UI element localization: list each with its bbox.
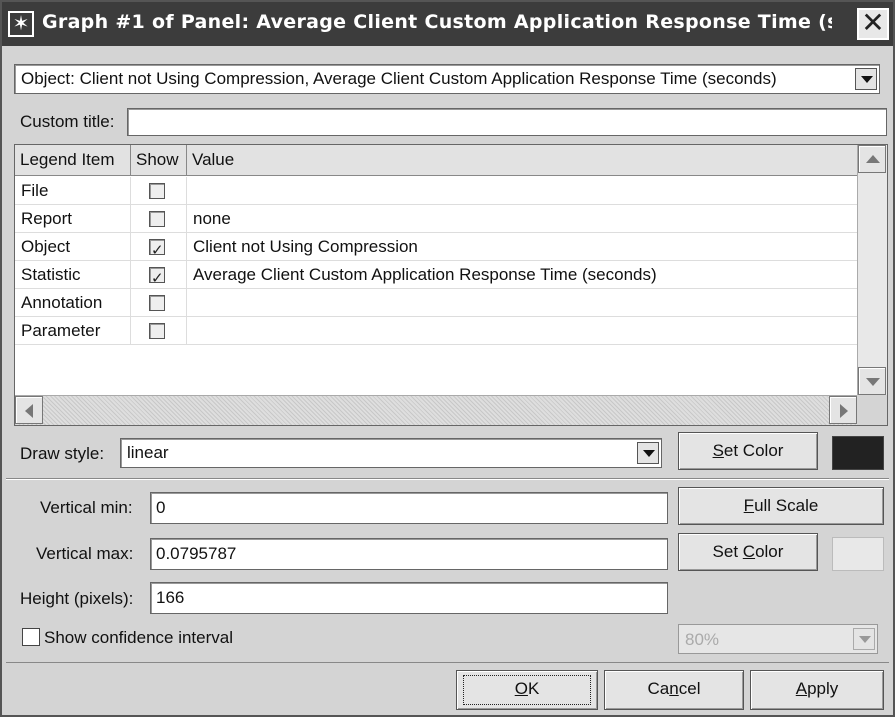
legend-table: Legend Item Show Value File Report none Obj… bbox=[14, 144, 888, 426]
full-scale-button[interactable]: Full Scale bbox=[678, 487, 884, 525]
vertical-max-value: 0.0795787 bbox=[156, 544, 237, 563]
custom-title-input[interactable] bbox=[127, 108, 887, 136]
show-checkbox[interactable] bbox=[149, 237, 165, 264]
vertical-max-label: Vertical max: bbox=[36, 544, 134, 563]
object-select-value: Object: Client not Using Compression, Av… bbox=[21, 69, 777, 88]
table-row[interactable]: File bbox=[15, 177, 857, 205]
vertical-min-label: Vertical min: bbox=[40, 498, 133, 517]
legend-item-cell: Object bbox=[15, 233, 131, 261]
show-cell bbox=[131, 261, 187, 292]
vertical-max-input[interactable]: 0.0795787 bbox=[150, 538, 668, 570]
table-row[interactable]: Statistic Average Client Custom Applicati… bbox=[15, 261, 857, 292]
show-cell bbox=[131, 317, 187, 345]
scrollbar-corner bbox=[857, 395, 887, 425]
value-cell bbox=[187, 289, 857, 317]
horizontal-scrollbar[interactable] bbox=[15, 395, 857, 425]
vertical-min-input[interactable]: 0 bbox=[150, 492, 668, 524]
draw-style-select[interactable]: linear bbox=[120, 438, 662, 468]
show-cell bbox=[131, 177, 187, 205]
legend-item-cell: File bbox=[15, 177, 131, 205]
cancel-button[interactable]: Cancel bbox=[604, 670, 744, 710]
show-checkbox[interactable] bbox=[149, 323, 165, 339]
show-checkbox[interactable] bbox=[149, 295, 165, 311]
chevron-down-icon[interactable] bbox=[855, 68, 877, 90]
mnemonic: A bbox=[795, 679, 808, 698]
draw-color-swatch[interactable] bbox=[832, 436, 884, 470]
vertical-max-color-swatch[interactable] bbox=[832, 537, 884, 571]
button-label: ull Scale bbox=[754, 496, 819, 515]
button-label: olor bbox=[755, 542, 784, 561]
show-confidence-checkbox[interactable] bbox=[22, 628, 40, 646]
confidence-percent-value: 80% bbox=[685, 630, 720, 649]
draw-style-value: linear bbox=[127, 443, 169, 462]
star-icon: ✶ bbox=[8, 11, 34, 37]
height-label: Height (pixels): bbox=[20, 589, 134, 608]
title-bar[interactable]: ✶ Graph #1 of Panel: Average Client Cust… bbox=[2, 2, 893, 46]
value-cell: Client not Using Compression bbox=[193, 237, 418, 256]
chevron-down-icon bbox=[853, 628, 875, 650]
value-cell bbox=[187, 177, 857, 205]
dialog-footer: OK Cancel Apply bbox=[6, 662, 889, 714]
scroll-left-icon[interactable] bbox=[15, 396, 43, 424]
graph-dialog: ✶ Graph #1 of Panel: Average Client Cust… bbox=[0, 0, 895, 717]
object-select[interactable]: Object: Client not Using Compression, Av… bbox=[14, 64, 880, 94]
button-label: Set bbox=[712, 542, 743, 561]
show-cell bbox=[131, 233, 187, 264]
button-label: Ca bbox=[647, 679, 670, 698]
value-cell: Average Client Custom Application Respon… bbox=[193, 265, 657, 284]
column-header-value[interactable]: Value bbox=[187, 145, 857, 176]
apply-button[interactable]: Apply bbox=[750, 670, 884, 710]
close-icon: ✕ bbox=[861, 6, 885, 39]
value-cell bbox=[187, 317, 857, 345]
draw-style-label: Draw style: bbox=[20, 444, 105, 463]
column-header-show[interactable]: Show bbox=[131, 145, 187, 176]
height-value: 166 bbox=[156, 588, 185, 607]
legend-item-cell: Statistic bbox=[15, 261, 131, 289]
vertical-scrollbar[interactable] bbox=[857, 145, 887, 397]
mnemonic: C bbox=[742, 542, 756, 561]
show-checkbox[interactable] bbox=[149, 265, 165, 292]
vertical-max-set-color-button[interactable]: Set Color bbox=[678, 533, 818, 571]
table-row[interactable]: Annotation bbox=[15, 289, 857, 317]
show-checkbox[interactable] bbox=[149, 211, 165, 227]
column-header-legend-item[interactable]: Legend Item bbox=[15, 145, 131, 176]
show-confidence-label: Show confidence interval bbox=[44, 628, 234, 647]
confidence-percent-select: 80% bbox=[678, 624, 878, 654]
divider bbox=[6, 478, 889, 480]
close-button[interactable]: ✕ bbox=[857, 8, 889, 40]
mnemonic: n bbox=[669, 679, 679, 698]
scroll-right-icon[interactable] bbox=[829, 396, 857, 424]
button-label: cel bbox=[678, 679, 701, 698]
mnemonic: F bbox=[743, 496, 755, 515]
button-label: et Color bbox=[723, 441, 784, 460]
show-cell bbox=[131, 289, 187, 317]
legend-item-cell: Report bbox=[15, 205, 131, 233]
ok-button[interactable]: OK bbox=[456, 670, 598, 710]
table-row[interactable]: Parameter bbox=[15, 317, 857, 345]
chevron-down-icon[interactable] bbox=[637, 442, 659, 464]
show-cell bbox=[131, 205, 187, 233]
table-header: Legend Item Show Value bbox=[15, 145, 857, 176]
draw-style-set-color-button[interactable]: Set Color bbox=[678, 432, 818, 470]
empty-cell bbox=[15, 345, 131, 373]
vertical-min-value: 0 bbox=[156, 498, 166, 517]
focus-ring bbox=[463, 675, 591, 705]
custom-title-label: Custom title: bbox=[20, 112, 115, 131]
show-checkbox[interactable] bbox=[149, 183, 165, 199]
scroll-down-icon[interactable] bbox=[858, 367, 886, 395]
table-row[interactable]: Object Client not Using Compression bbox=[15, 233, 857, 264]
window-title: Graph #1 of Panel: Average Client Custom… bbox=[42, 11, 832, 33]
height-input[interactable]: 166 bbox=[150, 582, 668, 614]
value-cell: none bbox=[193, 209, 231, 228]
legend-item-cell: Parameter bbox=[15, 317, 131, 345]
empty-row bbox=[15, 345, 857, 373]
scroll-up-icon[interactable] bbox=[858, 145, 886, 173]
legend-item-cell: Annotation bbox=[15, 289, 131, 317]
table-row[interactable]: Report none bbox=[15, 205, 857, 233]
mnemonic: S bbox=[712, 441, 724, 460]
button-label: pply bbox=[807, 679, 839, 698]
